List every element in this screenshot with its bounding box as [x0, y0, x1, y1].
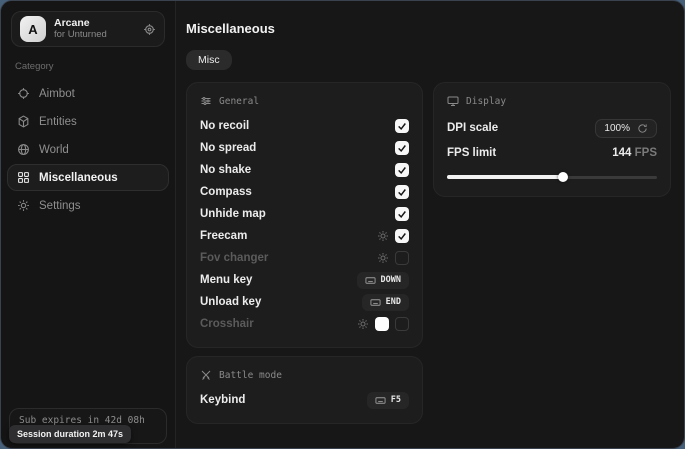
setting-row-dpi-scale: DPI scale 100%: [447, 115, 657, 141]
keyboard-icon: [375, 395, 386, 406]
setting-row-unload-key: Unload key END: [200, 291, 409, 313]
keyboard-icon: [370, 297, 381, 308]
sidebar-item-label: Aimbot: [39, 88, 75, 100]
sidebar-item-label: Settings: [39, 200, 81, 212]
setting-label: FPS limit: [447, 147, 606, 159]
setting-label: Fov changer: [200, 252, 371, 264]
checkbox-unchecked[interactable]: [395, 317, 409, 331]
sidebar-item-label: Entities: [39, 116, 77, 128]
setting-label: Unhide map: [200, 208, 389, 220]
dpi-scale-value: 100%: [604, 123, 630, 134]
setting-label: DPI scale: [447, 122, 589, 134]
app-subtitle: for Unturned: [54, 30, 135, 40]
setting-row-compass: Compass: [200, 181, 409, 203]
keybind-value: END: [386, 297, 401, 307]
setting-row-fps-limit: FPS limit 144 FPS: [447, 141, 657, 165]
keyboard-icon: [365, 275, 376, 286]
gear-icon[interactable]: [377, 230, 389, 242]
keybind-button[interactable]: END: [362, 294, 409, 311]
setting-label: Crosshair: [200, 318, 351, 330]
checkbox-checked[interactable]: [395, 229, 409, 243]
tab-misc[interactable]: Misc: [186, 50, 232, 70]
setting-row-unhide-map: Unhide map: [200, 203, 409, 225]
keybind-button[interactable]: F5: [367, 392, 409, 409]
fps-limit-unit: FPS: [635, 147, 657, 159]
reset-icon[interactable]: [637, 123, 648, 134]
sidebar-nav: Aimbot Entities World: [1, 80, 175, 219]
setting-label: Unload key: [200, 296, 356, 308]
globe-icon: [17, 143, 30, 156]
slider-thumb[interactable]: [558, 172, 568, 182]
sidebar-item-settings[interactable]: Settings: [7, 192, 169, 219]
category-label: Category: [15, 61, 161, 72]
checkbox-checked[interactable]: [395, 207, 409, 221]
color-swatch[interactable]: [375, 317, 389, 331]
checkbox-checked[interactable]: [395, 119, 409, 133]
gear-icon[interactable]: [377, 252, 389, 264]
avatar: A: [20, 16, 46, 42]
setting-label: Freecam: [200, 230, 371, 242]
general-panel: General No recoil No spread: [186, 82, 423, 348]
crosshair-icon: [17, 87, 30, 100]
swords-icon: [200, 369, 212, 381]
slider-fill: [447, 175, 563, 179]
setting-label: No recoil: [200, 120, 389, 132]
sliders-icon: [200, 95, 212, 107]
setting-row-no-shake: No shake: [200, 159, 409, 181]
keybind-value: F5: [391, 395, 401, 405]
checkbox-checked[interactable]: [395, 163, 409, 177]
sidebar-item-world[interactable]: World: [7, 136, 169, 163]
arcane-window: A Arcane for Unturned Category A: [0, 0, 685, 449]
setting-row-menu-key: Menu key DOWN: [200, 269, 409, 291]
sidebar-item-aimbot[interactable]: Aimbot: [7, 80, 169, 107]
sync-icon[interactable]: [143, 23, 156, 36]
setting-label: Keybind: [200, 394, 361, 406]
setting-label: No spread: [200, 142, 389, 154]
app-header-card[interactable]: A Arcane for Unturned: [11, 11, 165, 47]
checkbox-checked[interactable]: [395, 141, 409, 155]
display-panel: Display DPI scale 100%: [433, 82, 671, 197]
sidebar-item-miscellaneous[interactable]: Miscellaneous: [7, 164, 169, 191]
dpi-scale-button[interactable]: 100%: [595, 119, 657, 138]
panel-header-label: General: [219, 96, 259, 107]
grid-icon: [17, 171, 30, 184]
fps-limit-slider[interactable]: [447, 170, 657, 184]
main-content: Miscellaneous Misc General: [176, 1, 685, 448]
gear-icon: [17, 199, 30, 212]
panel-header-label: Display: [466, 96, 506, 107]
sidebar: A Arcane for Unturned Category A: [1, 1, 176, 448]
cube-icon: [17, 115, 30, 128]
sidebar-item-entities[interactable]: Entities: [7, 108, 169, 135]
sidebar-item-label: Miscellaneous: [39, 172, 118, 184]
fps-limit-value: 144: [612, 147, 631, 159]
setting-label: Menu key: [200, 274, 351, 286]
panel-header-label: Battle mode: [219, 370, 282, 381]
setting-row-crosshair: Crosshair: [200, 313, 409, 335]
setting-row-no-recoil: No recoil: [200, 115, 409, 137]
app-title: Arcane: [54, 18, 135, 30]
monitor-icon: [447, 95, 459, 107]
setting-label: Compass: [200, 186, 389, 198]
setting-row-fov-changer: Fov changer: [200, 247, 409, 269]
page-title: Miscellaneous: [186, 21, 671, 36]
checkbox-checked[interactable]: [395, 185, 409, 199]
setting-label: No shake: [200, 164, 389, 176]
session-duration-tooltip: Session duration 2m 47s: [9, 425, 131, 443]
keybind-value: DOWN: [381, 275, 401, 285]
setting-row-freecam: Freecam: [200, 225, 409, 247]
setting-row-keybind: Keybind F5: [200, 389, 409, 411]
sidebar-item-label: World: [39, 144, 69, 156]
battle-mode-panel: Battle mode Keybind F5: [186, 356, 423, 424]
setting-row-no-spread: No spread: [200, 137, 409, 159]
gear-icon[interactable]: [357, 318, 369, 330]
checkbox-unchecked[interactable]: [395, 251, 409, 265]
keybind-button[interactable]: DOWN: [357, 272, 409, 289]
